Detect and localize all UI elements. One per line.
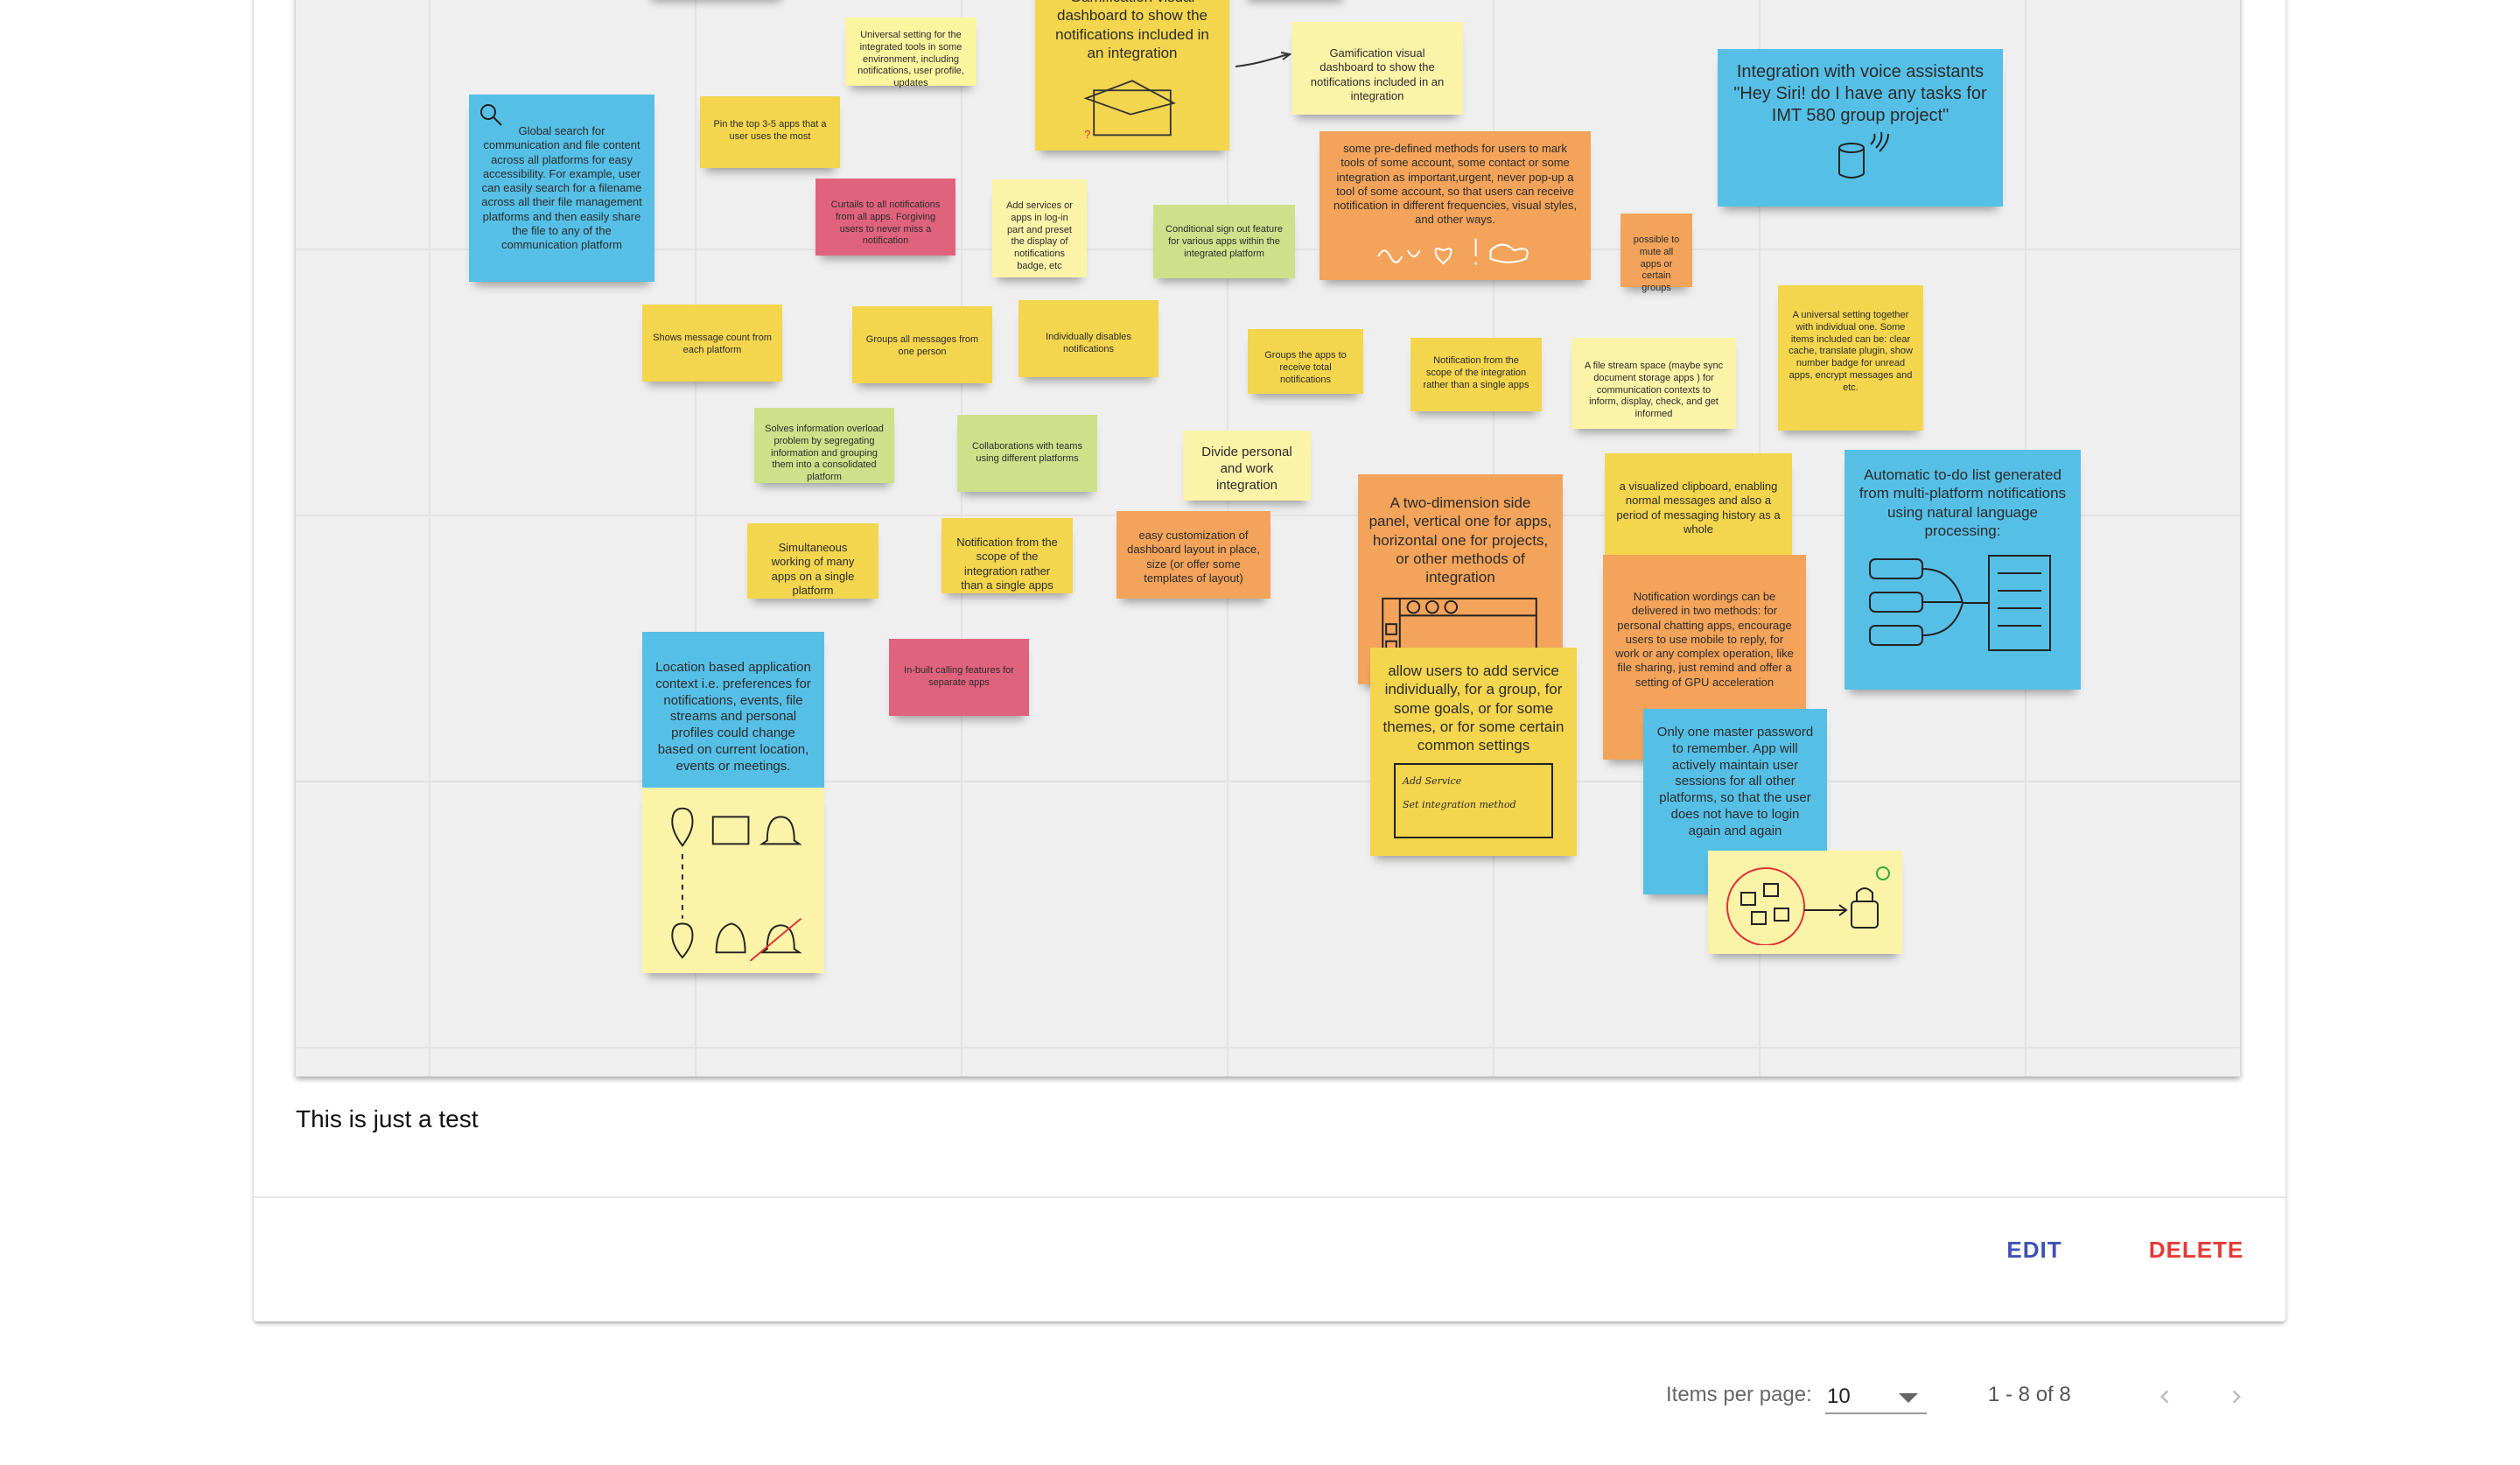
location-sketch-icon — [671, 807, 802, 961]
sticky-note: allow users to add service individually,… — [1370, 648, 1577, 856]
sticky-note: Location based application context i.e. … — [642, 632, 824, 788]
sticky-note: possible to mute all apps or certain gro… — [1620, 214, 1692, 293]
sticky-note: Shows message count from each platform — [642, 305, 782, 382]
note-text: Only one master password to remember. Ap… — [1656, 725, 1814, 838]
sticky-note: Simultaneous working of many apps on a s… — [747, 523, 878, 599]
sticky-note: Global search for communication and file… — [469, 95, 654, 282]
previous-page-button[interactable] — [2144, 1376, 2186, 1418]
sticky-note: some pre-defined methods for users to ma… — [1320, 131, 1591, 280]
card-divider — [254, 1196, 2286, 1198]
note-text: Groups the apps to receive total notific… — [1264, 350, 1347, 385]
sketch-label: Add Service — [1403, 775, 1462, 788]
note-text: easy customization of dashboard layout i… — [1127, 529, 1260, 585]
paginator: Items per page: 10 1 - 8 of 8 — [0, 1365, 2520, 1426]
sticky-note: Conditional sign out feature for various… — [1153, 205, 1295, 278]
sticky-note: Automatic to-do list generated from mult… — [1844, 450, 2081, 690]
card-caption: This is just a test — [296, 1105, 479, 1132]
doodle-sketch-icon — [1377, 238, 1529, 265]
note-text: Automatic to-do list generated from mult… — [1858, 466, 2067, 539]
note-text: Groups all messages from one person — [865, 334, 979, 357]
todo-flow-sketch-icon — [1869, 555, 2051, 651]
note-text: Notification from the scope of the integ… — [956, 536, 1058, 592]
note-text: Add services or apps in log-in part and … — [1006, 200, 1073, 271]
sticky-note — [1708, 851, 1902, 954]
sticky-note: easy customization of dashboard layout i… — [1116, 511, 1270, 599]
note-text: Solves information overload problem by s… — [765, 424, 884, 482]
chevron-left-icon — [2160, 1390, 2169, 1404]
sticky-note: Groups the apps to receive total notific… — [1248, 329, 1363, 394]
sticky-note: A file stream space (maybe sync document… — [1572, 338, 1736, 429]
voice-assistant-sketch-icon — [1838, 132, 1889, 179]
note-text: In-built calling features for separate a… — [904, 665, 1014, 688]
note-text: Gamification visual dashboard to show th… — [1310, 46, 1445, 102]
chevron-right-icon — [2232, 1390, 2241, 1404]
note-text: Integration with voice assistants "Hey S… — [1733, 62, 1987, 125]
note-text: a visualized clipboard, enabling normal … — [1616, 480, 1781, 536]
sticky-note-board-image: Universal setting for the integrated too… — [296, 0, 2240, 1076]
sticky-note: A universal setting together with indivi… — [1778, 285, 1923, 431]
items-per-page-select[interactable]: 10 — [1825, 1377, 1927, 1414]
items-per-page-label: Items per page: — [1666, 1383, 1812, 1406]
note-text: allow users to add service individually,… — [1382, 662, 1564, 754]
note-text: A file stream space (maybe sync document… — [1584, 361, 1724, 419]
envelope-sketch-icon: ? — [1083, 80, 1176, 138]
sticky-note: Solves information overload problem by s… — [754, 408, 894, 483]
note-text: Conditional sign out feature for various… — [1166, 224, 1283, 259]
sticky-note: Notification from the scope of the integ… — [1410, 338, 1542, 411]
sticky-note: Curtails to all notifications from all a… — [816, 179, 956, 256]
edit-button[interactable]: EDIT — [1982, 1225, 2087, 1274]
sticky-note — [642, 788, 824, 973]
sketch-label: Set integration method — [1403, 798, 1516, 810]
note-text: Shows message count from each platform — [653, 333, 772, 355]
next-page-button[interactable] — [2216, 1376, 2258, 1418]
note-text: Divide personal and work integration — [1201, 445, 1292, 493]
arrow-icon — [1235, 52, 1292, 67]
svg-text:?: ? — [1084, 128, 1090, 138]
sticky-note: Universal setting for the integrated too… — [845, 18, 976, 88]
note-text: Global search for communication and file… — [481, 124, 642, 251]
sticky-note: Notification from the scope of the integ… — [942, 518, 1073, 593]
note-text: Location based application context i.e. … — [655, 660, 811, 774]
delete-button[interactable]: DELETE — [2126, 1225, 2266, 1274]
note-text: Gamification visual dashboard to show th… — [1055, 0, 1209, 61]
note-text: Curtails to all notifications from all a… — [830, 200, 941, 247]
items-per-page-value: 10 — [1827, 1384, 1851, 1408]
search-icon — [480, 104, 502, 126]
note-text: Collaborations with teams using differen… — [972, 441, 1082, 464]
board-card: Universal setting for the integrated too… — [254, 0, 2286, 1321]
sticky-note: Pin the top 3-5 apps that a user uses th… — [700, 96, 840, 168]
note-text: possible to mute all apps or certain gro… — [1633, 235, 1680, 293]
sticky-note: Gamification visual dashboard to show th… — [1292, 22, 1463, 115]
note-text: A universal setting together with indivi… — [1788, 310, 1913, 393]
range-label: 1 - 8 of 8 — [1988, 1383, 2071, 1406]
sticky-note: Collaborations with teams using differen… — [957, 415, 1097, 492]
note-text: Notification from the scope of the integ… — [1423, 355, 1530, 390]
sticky-note: Individually disables notifications — [1018, 300, 1158, 377]
note-text: A two-dimension side panel, vertical one… — [1368, 494, 1552, 585]
sticky-note: Gamification visual dashboard to show th… — [1035, 0, 1229, 151]
note-text: Individually disables notifications — [1046, 332, 1131, 354]
note-text: Universal setting for the integrated too… — [858, 30, 964, 88]
note-text: Pin the top 3-5 apps that a user uses th… — [713, 119, 827, 142]
add-service-sketch: Add Service Set integration method — [1394, 763, 1553, 839]
dropdown-arrow-icon — [1899, 1393, 1918, 1403]
sticky-note: Integration with voice assistants "Hey S… — [1718, 49, 2003, 207]
note-text: Notification wordings can be delivered i… — [1615, 590, 1794, 689]
sticky-note: a visualized clipboard, enabling normal … — [1605, 453, 1792, 557]
sticky-note: Divide personal and work integration — [1183, 431, 1311, 501]
sticky-note: In-built calling features for separate a… — [889, 639, 1029, 716]
sticky-note: Add services or apps in log-in part and … — [992, 179, 1087, 277]
note-text: Simultaneous working of many apps on a s… — [771, 541, 855, 597]
password-lock-sketch-icon — [1726, 866, 1890, 945]
note-text: some pre-defined methods for users to ma… — [1334, 142, 1577, 227]
sticky-note: Groups all messages from one person — [852, 306, 992, 383]
